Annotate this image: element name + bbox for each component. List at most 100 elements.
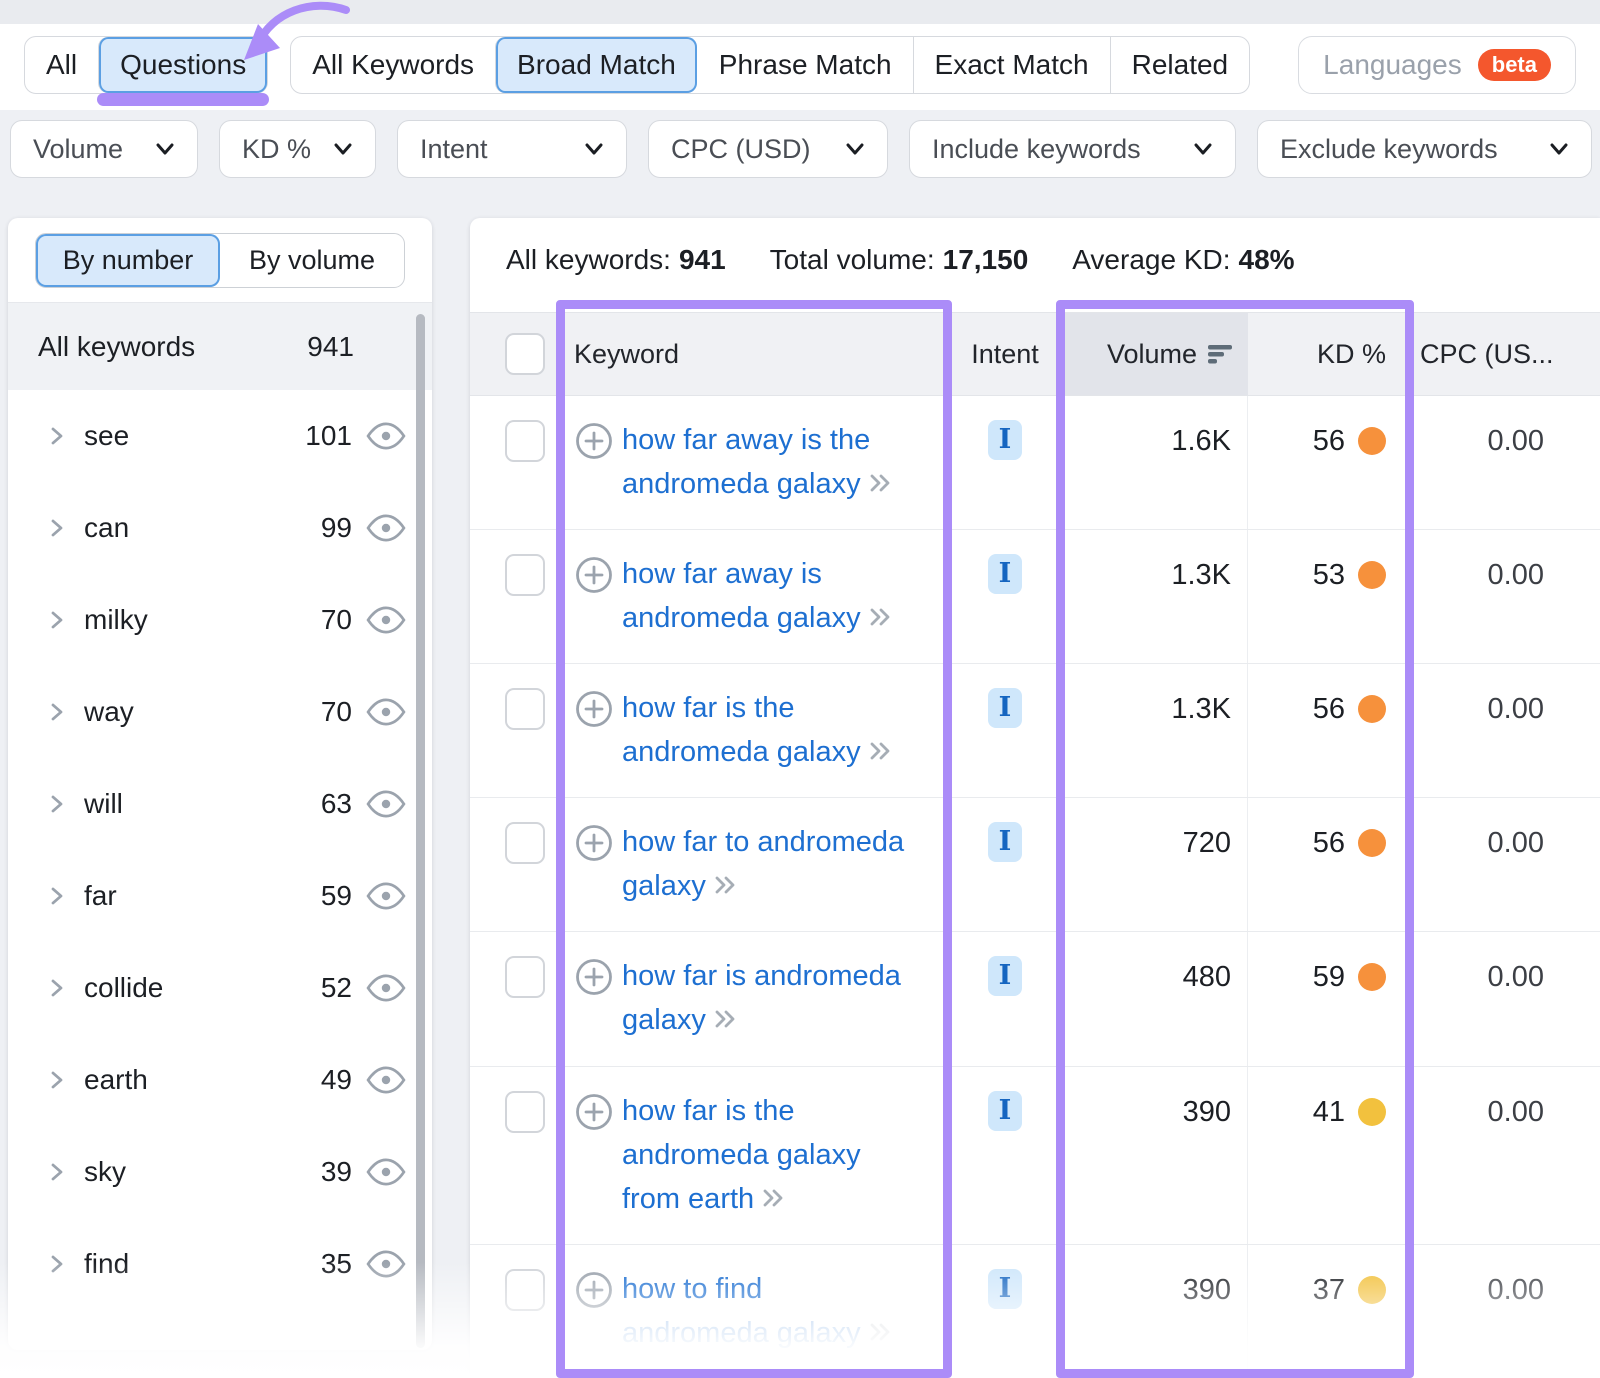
chevron-down-icon	[153, 137, 177, 161]
circle-plus-icon[interactable]	[574, 823, 614, 863]
row-checkbox[interactable]	[505, 554, 545, 596]
eye-icon[interactable]	[366, 514, 406, 542]
column-header-keyword[interactable]: Keyword	[558, 313, 952, 395]
tab-phrase-match[interactable]: Phrase Match	[697, 37, 913, 93]
keyword-link[interactable]: how far is theandromeda galaxyfrom earth	[622, 1067, 861, 1244]
row-checkbox[interactable]	[505, 688, 545, 730]
keyword-link[interactable]: how far is theandromeda galaxy	[622, 664, 895, 797]
filter-cpc[interactable]: CPC (USD)	[648, 120, 888, 178]
intent-badge[interactable]: I	[988, 688, 1022, 728]
chevron-right-icon[interactable]	[46, 884, 68, 908]
eye-icon[interactable]	[366, 790, 406, 818]
eye-icon[interactable]	[366, 422, 406, 450]
row-checkbox[interactable]	[505, 822, 545, 864]
filter-intent[interactable]: Intent	[397, 120, 627, 178]
question-tabs-group: All Questions	[24, 36, 268, 94]
row-checkbox[interactable]	[505, 420, 545, 462]
group-count: 35	[321, 1248, 352, 1280]
double-chevron-icon[interactable]	[867, 470, 895, 496]
group-count: 70	[321, 696, 352, 728]
column-header-volume[interactable]: Volume	[1058, 313, 1248, 395]
chevron-right-icon[interactable]	[46, 792, 68, 816]
keyword-link[interactable]: how far is andromedagalaxy	[622, 932, 901, 1066]
intent-badge[interactable]: I	[988, 554, 1022, 594]
intent-badge[interactable]: I	[988, 1269, 1022, 1309]
chevron-right-icon[interactable]	[46, 1252, 68, 1276]
eye-icon[interactable]	[366, 698, 406, 726]
filter-kd[interactable]: KD %	[219, 120, 376, 178]
intent-badge[interactable]: I	[988, 822, 1022, 862]
intent-badge[interactable]: I	[988, 1091, 1022, 1131]
double-chevron-icon[interactable]	[867, 738, 895, 764]
column-header-cpc[interactable]: CPC (US...	[1412, 313, 1600, 395]
column-header-kd[interactable]: KD %	[1248, 313, 1412, 395]
row-checkbox[interactable]	[505, 1091, 545, 1133]
filter-volume[interactable]: Volume	[10, 120, 198, 178]
table-row: how to findandromeda galaxy I 390 37 0.0…	[470, 1245, 1600, 1378]
sidebar-scrollbar[interactable]	[416, 314, 425, 1348]
group-label: can	[84, 512, 321, 544]
summary-statsbar: All keywords:941 Total volume:17,150 Ave…	[470, 218, 1600, 276]
tab-all[interactable]: All	[25, 37, 98, 93]
eye-icon[interactable]	[366, 974, 406, 1002]
keyword-group-row[interactable]: milky 70	[8, 574, 432, 666]
stat-total-volume: Total volume:17,150	[770, 244, 1029, 276]
double-chevron-icon[interactable]	[712, 1006, 740, 1032]
keyword-group-row[interactable]: sky 39	[8, 1126, 432, 1218]
keyword-group-row[interactable]: earth 49	[8, 1034, 432, 1126]
languages-button[interactable]: Languages beta	[1298, 36, 1576, 94]
column-header-intent[interactable]: Intent	[952, 313, 1058, 395]
chevron-right-icon[interactable]	[46, 700, 68, 724]
keyword-group-row[interactable]: way 70	[8, 666, 432, 758]
chevron-right-icon[interactable]	[46, 424, 68, 448]
circle-plus-icon[interactable]	[574, 1270, 614, 1310]
eye-icon[interactable]	[366, 1066, 406, 1094]
keyword-group-row[interactable]: can 99	[8, 482, 432, 574]
double-chevron-icon[interactable]	[760, 1185, 788, 1211]
row-checkbox[interactable]	[505, 1269, 545, 1311]
double-chevron-icon[interactable]	[867, 1319, 895, 1345]
tab-exact-match[interactable]: Exact Match	[913, 37, 1110, 93]
keyword-group-row[interactable]: far 59	[8, 850, 432, 942]
keyword-link[interactable]: how far away isandromeda galaxy	[622, 530, 895, 663]
eye-icon[interactable]	[366, 1250, 406, 1278]
keyword-group-row[interactable]: will 63	[8, 758, 432, 850]
keyword-link[interactable]: how to findandromeda galaxy	[622, 1245, 895, 1378]
chevron-right-icon[interactable]	[46, 608, 68, 632]
eye-icon[interactable]	[366, 882, 406, 910]
keyword-link[interactable]: how far away is theandromeda galaxy	[622, 396, 895, 529]
all-keywords-header[interactable]: All keywords 941	[8, 302, 432, 390]
row-checkbox[interactable]	[505, 956, 545, 998]
filter-include-keywords[interactable]: Include keywords	[909, 120, 1236, 178]
intent-badge[interactable]: I	[988, 956, 1022, 996]
tab-all-keywords[interactable]: All Keywords	[291, 37, 495, 93]
toggle-by-volume[interactable]: By volume	[220, 234, 404, 287]
keyword-group-row[interactable]: collide 52	[8, 942, 432, 1034]
circle-plus-icon[interactable]	[574, 555, 614, 595]
tab-questions[interactable]: Questions	[98, 37, 267, 93]
circle-plus-icon[interactable]	[574, 957, 614, 997]
eye-icon[interactable]	[366, 606, 406, 634]
chevron-right-icon[interactable]	[46, 1160, 68, 1184]
double-chevron-icon[interactable]	[712, 872, 740, 898]
chevron-right-icon[interactable]	[46, 1068, 68, 1092]
intent-badge[interactable]: I	[988, 420, 1022, 460]
circle-plus-icon[interactable]	[574, 1092, 614, 1132]
circle-plus-icon[interactable]	[574, 689, 614, 729]
eye-icon[interactable]	[366, 1158, 406, 1186]
filter-exclude-keywords[interactable]: Exclude keywords	[1257, 120, 1592, 178]
tab-related[interactable]: Related	[1110, 37, 1250, 93]
keyword-group-row[interactable]: find 35	[8, 1218, 432, 1310]
circle-plus-icon[interactable]	[574, 421, 614, 461]
kd-dot	[1358, 427, 1386, 455]
select-all-checkbox[interactable]	[505, 333, 545, 375]
chevron-right-icon[interactable]	[46, 976, 68, 1000]
keyword-group-row[interactable]: see 101	[8, 390, 432, 482]
tab-broad-match[interactable]: Broad Match	[495, 37, 697, 93]
cpc-value: 0.00	[1412, 530, 1600, 663]
keyword-link[interactable]: how far to andromedagalaxy	[622, 798, 904, 931]
toggle-by-number[interactable]: By number	[36, 234, 220, 287]
keyword-magic-tool: All Questions All Keywords Broad Match P…	[0, 0, 1600, 1378]
double-chevron-icon[interactable]	[867, 604, 895, 630]
chevron-right-icon[interactable]	[46, 516, 68, 540]
